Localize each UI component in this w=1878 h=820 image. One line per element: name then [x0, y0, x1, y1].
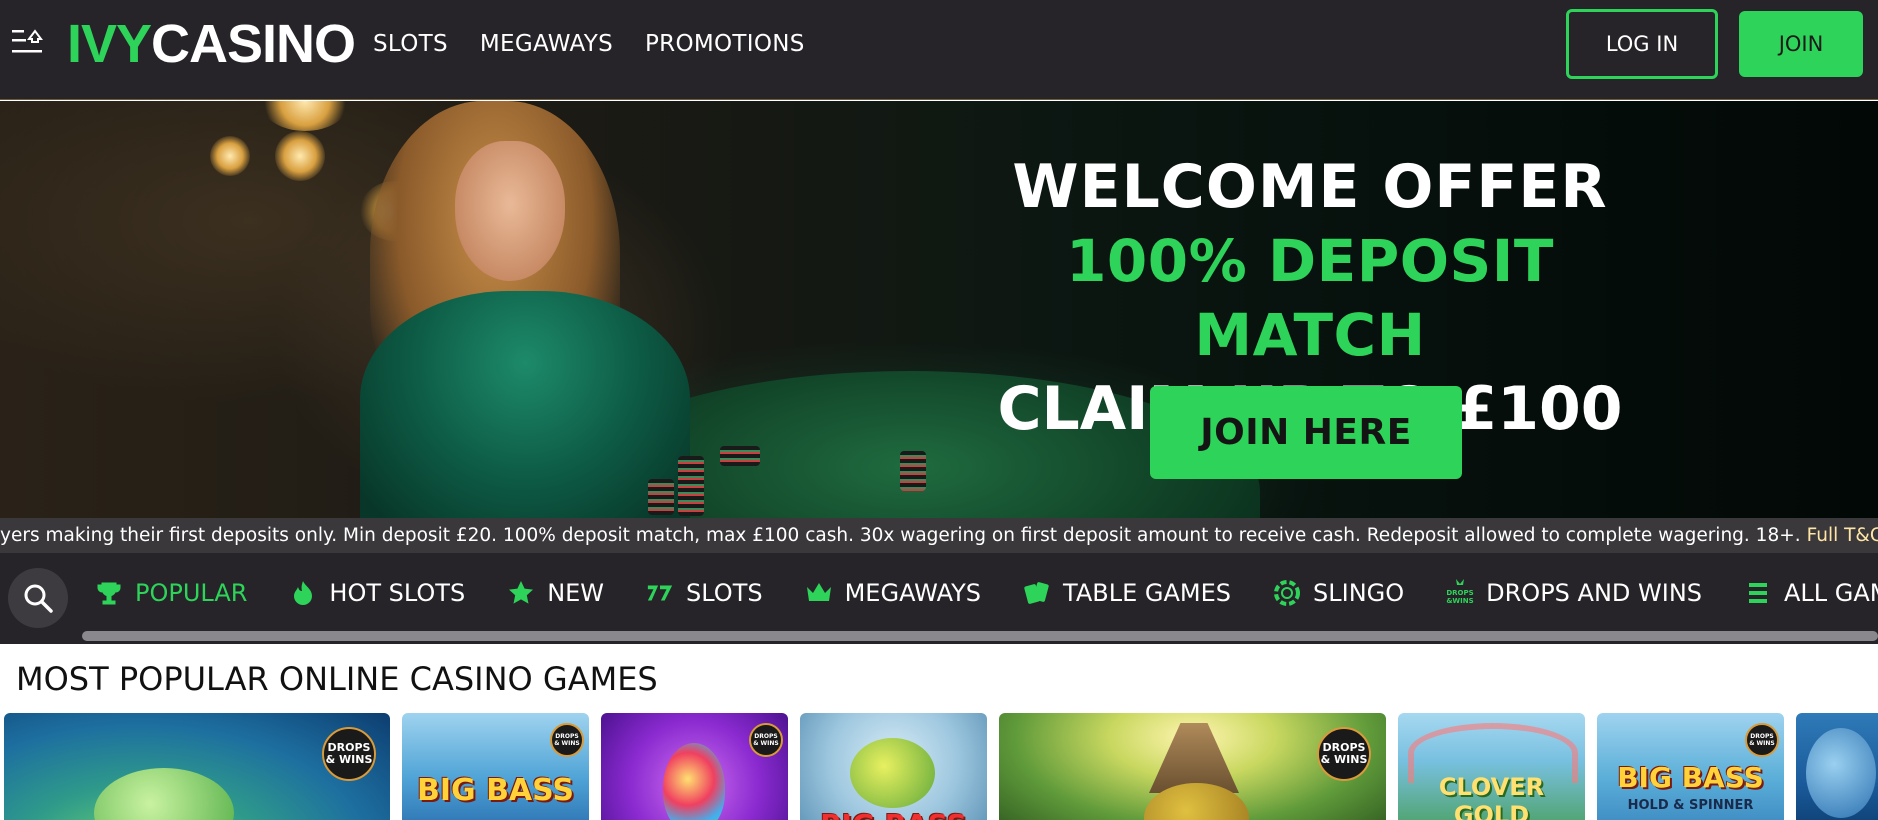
cards-icon: [1023, 579, 1051, 607]
search-icon: [24, 584, 53, 613]
game-title: CLOVER GOLD: [1438, 773, 1545, 820]
hero-model-face: [455, 141, 565, 281]
chip-icon: [1273, 579, 1301, 607]
game-tile[interactable]: DROPS & WINS: [601, 713, 788, 820]
category-drops-and-wins[interactable]: DROPS &WINS DROPS AND WINS: [1446, 579, 1702, 607]
category-new[interactable]: NEW: [507, 579, 604, 607]
lamp-light: [260, 101, 350, 131]
category-label: HOT SLOTS: [329, 579, 466, 607]
drops-wins-icon: DROPS &WINS: [1446, 579, 1474, 607]
chip-stack: [720, 446, 760, 466]
game-tile[interactable]: BIG BASS: [800, 713, 987, 820]
drops-wins-badge: DROPS & WINS: [550, 723, 584, 757]
category-popular[interactable]: POPULAR: [95, 579, 247, 607]
game-tile[interactable]: DROPS & WINS: [999, 713, 1386, 820]
category-label: POPULAR: [135, 579, 248, 607]
menu-icon[interactable]: [12, 26, 46, 56]
list-icon: [1744, 579, 1772, 607]
logo-casino: CASINO: [151, 14, 356, 74]
main-nav: SLOTS MEGAWAYS PROMOTIONS: [373, 30, 805, 58]
category-megaways[interactable]: MEGAWAYS: [805, 579, 981, 607]
game-tile[interactable]: DROPS & WINS: [4, 713, 390, 820]
category-label: NEW: [547, 579, 605, 607]
category-label: MEGAWAYS: [844, 579, 982, 607]
svg-text:&WINS: &WINS: [1446, 597, 1473, 605]
gumball-art: [663, 743, 725, 820]
category-bar: POPULAR HOT SLOTS NEW SLOTS MEGAWAYS TAB…: [0, 553, 1878, 644]
hero-title: WELCOME OFFER: [1012, 152, 1608, 222]
game-tile[interactable]: DROPS & WINS BIG BASS HOLD & SPINNER: [1597, 713, 1784, 820]
search-button[interactable]: [8, 568, 68, 628]
drops-wins-badge: DROPS & WINS: [1745, 723, 1779, 757]
join-here-button[interactable]: JOIN HERE: [1150, 386, 1462, 479]
drops-wins-badge: DROPS & WINS: [322, 727, 376, 781]
trophy-icon: [95, 579, 123, 607]
game-tile[interactable]: [1796, 713, 1878, 820]
chip-stack: [900, 451, 926, 491]
category-label: TABLE GAMES: [1063, 579, 1232, 607]
hero-model-dress: [360, 291, 690, 518]
game-title: BIG BASS: [416, 773, 575, 808]
game-subtitle: HOLD & SPINNER: [1627, 798, 1754, 813]
site-header: IVYCASINO SLOTS MEGAWAYS PROMOTIONS LOG …: [0, 0, 1878, 100]
terms-text: New players making their first deposits …: [0, 525, 1801, 546]
category-hot-slots[interactable]: HOT SLOTS: [289, 579, 465, 607]
login-button[interactable]: LOG IN: [1566, 9, 1718, 79]
category-label: DROPS AND WINS: [1486, 579, 1702, 607]
game-tile[interactable]: DROPS & WINS BIG BASS: [402, 713, 589, 820]
category-list: POPULAR HOT SLOTS NEW SLOTS MEGAWAYS TAB…: [95, 579, 1878, 607]
drops-wins-badge: DROPS & WINS: [749, 723, 783, 757]
terms-bar: New players making their first deposits …: [0, 518, 1878, 553]
lamp-light: [210, 136, 250, 176]
terms-link[interactable]: Full T&Cs apply.: [1807, 525, 1878, 546]
section-title: MOST POPULAR ONLINE CASINO GAMES: [16, 660, 658, 698]
category-label: ALL GAMES: [1784, 579, 1878, 607]
svg-text:DROPS: DROPS: [1446, 589, 1473, 597]
nav-slots[interactable]: SLOTS: [373, 30, 448, 58]
crown-icon: [805, 579, 833, 607]
category-slingo[interactable]: SLINGO: [1273, 579, 1404, 607]
game-title: BIG BASS: [800, 808, 987, 820]
star-icon: [507, 579, 535, 607]
sevens-icon: [646, 579, 674, 607]
game-art: [1806, 728, 1876, 818]
logo-ivy: IVY: [67, 14, 152, 74]
frog-art: [850, 738, 935, 808]
category-slots[interactable]: SLOTS: [646, 579, 763, 607]
hero-offer: 100% DEPOSIT MATCH: [1066, 227, 1554, 369]
category-scrollbar[interactable]: [82, 631, 1878, 641]
game-title: BIG BASS: [1617, 761, 1764, 794]
nav-megaways[interactable]: MEGAWAYS: [480, 30, 613, 58]
chip-stack: [648, 479, 674, 515]
frog-art: [94, 768, 234, 820]
nav-promotions[interactable]: PROMOTIONS: [645, 30, 805, 58]
site-logo[interactable]: IVYCASINO: [67, 14, 356, 74]
game-tile[interactable]: CLOVER GOLD: [1398, 713, 1585, 820]
category-label: SLINGO: [1313, 579, 1405, 607]
category-table-games[interactable]: TABLE GAMES: [1023, 579, 1231, 607]
category-label: SLOTS: [686, 579, 763, 607]
drops-wins-badge: DROPS & WINS: [1317, 727, 1371, 781]
category-all-games[interactable]: ALL GAMES: [1744, 579, 1878, 607]
flame-icon: [289, 579, 317, 607]
hero-banner[interactable]: WELCOME OFFER 100% DEPOSIT MATCH CLAIM U…: [0, 101, 1878, 518]
lamp-light: [275, 131, 325, 181]
join-button[interactable]: JOIN: [1739, 11, 1863, 77]
chip-stack: [678, 456, 704, 516]
